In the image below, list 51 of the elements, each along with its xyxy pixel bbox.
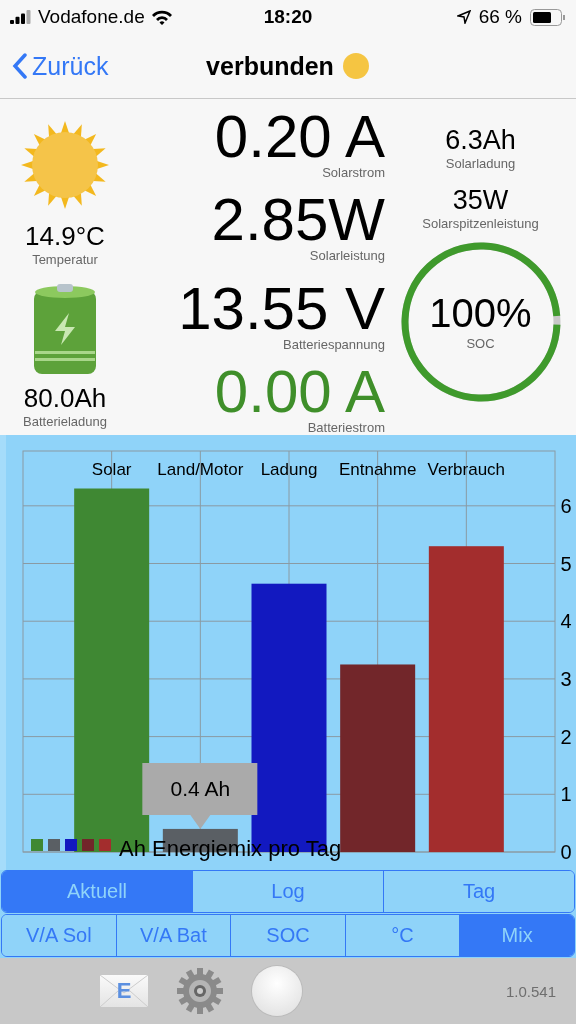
battery-charge-icon: [33, 283, 97, 375]
wifi-icon: [150, 9, 173, 25]
reading-label: Solarstrom: [322, 165, 385, 180]
mail-button[interactable]: E: [100, 975, 148, 1007]
reading-label: Batteriespannung: [283, 337, 385, 352]
back-link[interactable]: Zurück: [0, 51, 109, 81]
location-icon: [456, 10, 471, 24]
series-label: Ladung: [260, 460, 318, 479]
series-label: Land/Motor: [157, 460, 244, 479]
axis-tick-label: 3: [560, 667, 572, 690]
side-reading-value: 6.3Ah: [445, 125, 516, 156]
round-button[interactable]: [252, 966, 302, 1016]
side-reading-label: Solarspitzenleistung: [422, 216, 539, 231]
axis-tick-label: 6: [560, 494, 572, 517]
axis-tick-label: 4: [560, 610, 572, 633]
axis-tick-label: 5: [560, 552, 572, 575]
chart-tab[interactable]: Mix: [459, 915, 574, 956]
series-label: Solar: [91, 460, 132, 479]
signal-icon: [10, 10, 32, 24]
chevron-left-icon: [12, 53, 28, 79]
emoji-icon: [341, 52, 370, 80]
reading-value: 13.55 V: [178, 281, 385, 337]
series-label: Verbrauch: [427, 460, 506, 479]
reading-label: Solarleistung: [309, 248, 385, 263]
soc-label: SOC: [466, 336, 495, 351]
temperature-label: Temperatur: [32, 252, 98, 267]
reading-value: 2.85W: [211, 192, 385, 248]
battery-charge-label: Batterieladung: [23, 414, 107, 429]
gear-icon[interactable]: [176, 967, 224, 1015]
value-tooltip: 0.4 Ah: [142, 763, 258, 829]
clock-time: 18:20: [263, 6, 313, 28]
connection-title: verbunden: [206, 51, 334, 81]
reading-value: 0.20 A: [214, 109, 385, 165]
annotation: 0.4 Ah: [170, 777, 231, 800]
tab[interactable]: Aktuell: [2, 871, 192, 912]
reading-value: 0.00 A: [214, 364, 385, 420]
tab[interactable]: Tag: [383, 871, 574, 912]
series-label: Entnahme: [338, 460, 417, 479]
soc-value: 100%: [429, 291, 532, 336]
axis-tick-label: 1: [560, 783, 572, 806]
version-label: 1.0.541: [505, 982, 556, 1000]
carrier-name: Vodafone.de: [38, 6, 145, 28]
side-reading-label: Solarladung: [445, 156, 516, 171]
axis-tick-label: 0: [560, 841, 572, 863]
battery-icon: [530, 8, 566, 26]
reading-label: Batteriestrom: [307, 420, 385, 435]
side-reading-value: 35W: [452, 185, 509, 216]
temperature-value: 14.9°C: [25, 221, 105, 252]
battery-percent: 66 %: [478, 6, 522, 28]
battery-charge-value: 80.0Ah: [23, 383, 107, 414]
axis-tick-label: 2: [560, 725, 572, 748]
